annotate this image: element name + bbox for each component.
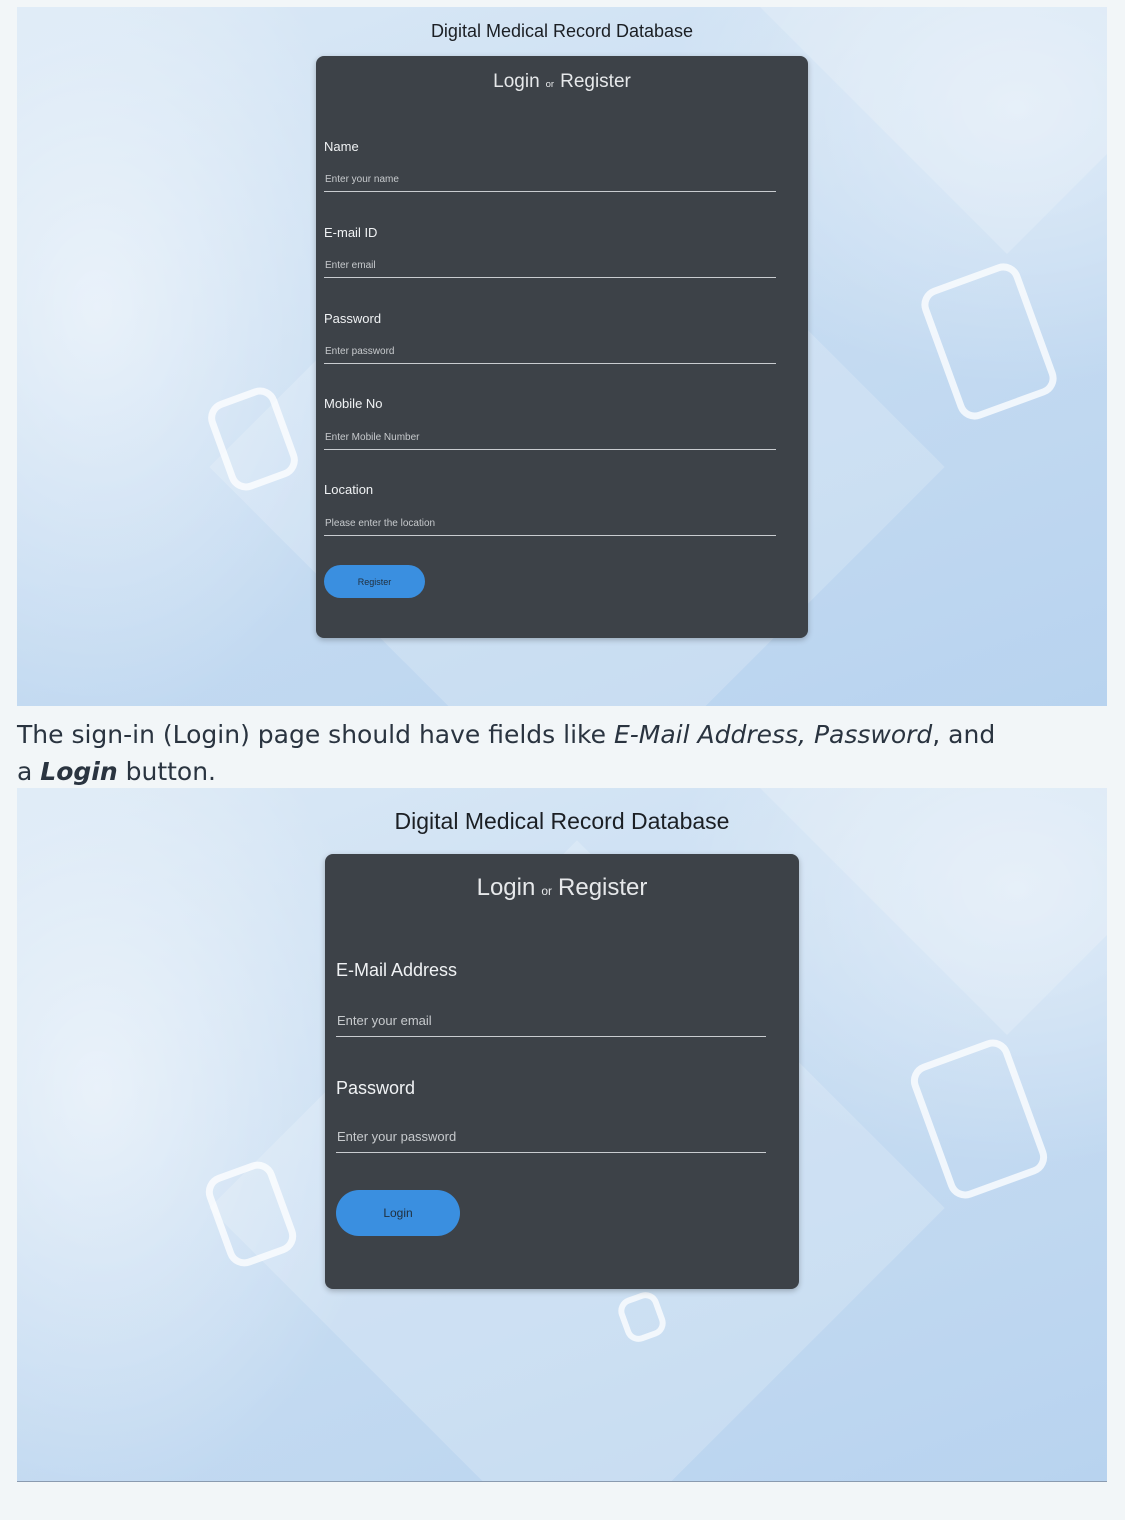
site-title: Digital Medical Record Database <box>394 808 730 834</box>
location-input[interactable] <box>324 512 776 536</box>
decorative-square-icon <box>905 1034 1053 1204</box>
register-screenshot: Digital Medical Record Database Login or R… <box>17 7 1107 706</box>
register-button[interactable]: Register <box>324 565 425 598</box>
card-heading: Login or Register <box>316 71 808 93</box>
caption-paragraph: The sign-in (Login) page should have fie… <box>17 716 1017 790</box>
login-tab[interactable]: Login <box>493 71 540 92</box>
email-address-label: E-Mail Address <box>336 960 458 980</box>
name-label: Name <box>324 139 359 154</box>
decorative-square-icon <box>916 258 1062 425</box>
register-tab[interactable]: Register <box>560 71 631 92</box>
email-label: E-mail ID <box>324 225 378 240</box>
login-button[interactable]: Login <box>336 1190 460 1236</box>
caption-suffix: button. <box>117 757 217 786</box>
site-title: Digital Medical Record Database <box>430 21 694 41</box>
password-label: Password <box>324 311 382 326</box>
card-heading: Login or Register <box>325 874 799 902</box>
mobile-label: Mobile No <box>324 396 383 411</box>
email-input[interactable] <box>324 254 776 278</box>
password-label: Password <box>336 1078 416 1098</box>
password-input[interactable] <box>324 340 776 364</box>
caption-prefix: The sign-in (Login) page should have fie… <box>17 720 614 749</box>
login-tab[interactable]: Login <box>477 874 536 901</box>
caption-button-name: Login <box>40 757 118 786</box>
or-separator: or <box>541 884 553 898</box>
caption-fields: E-Mail Address, Password <box>613 720 933 749</box>
login-screenshot: Digital Medical Record Database Login or R… <box>17 788 1107 1482</box>
register-tab[interactable]: Register <box>558 874 647 901</box>
login-card: LoginorRegister E-Mail Address Password … <box>325 854 799 1289</box>
mobile-input[interactable] <box>324 426 776 450</box>
location-label: Location <box>324 482 374 497</box>
register-card: LoginorRegister Name E-mail ID Password … <box>316 56 808 638</box>
name-input[interactable] <box>324 168 776 192</box>
password-input[interactable] <box>336 1120 766 1153</box>
or-separator: or <box>545 79 555 90</box>
email-address-input[interactable] <box>336 1004 766 1037</box>
